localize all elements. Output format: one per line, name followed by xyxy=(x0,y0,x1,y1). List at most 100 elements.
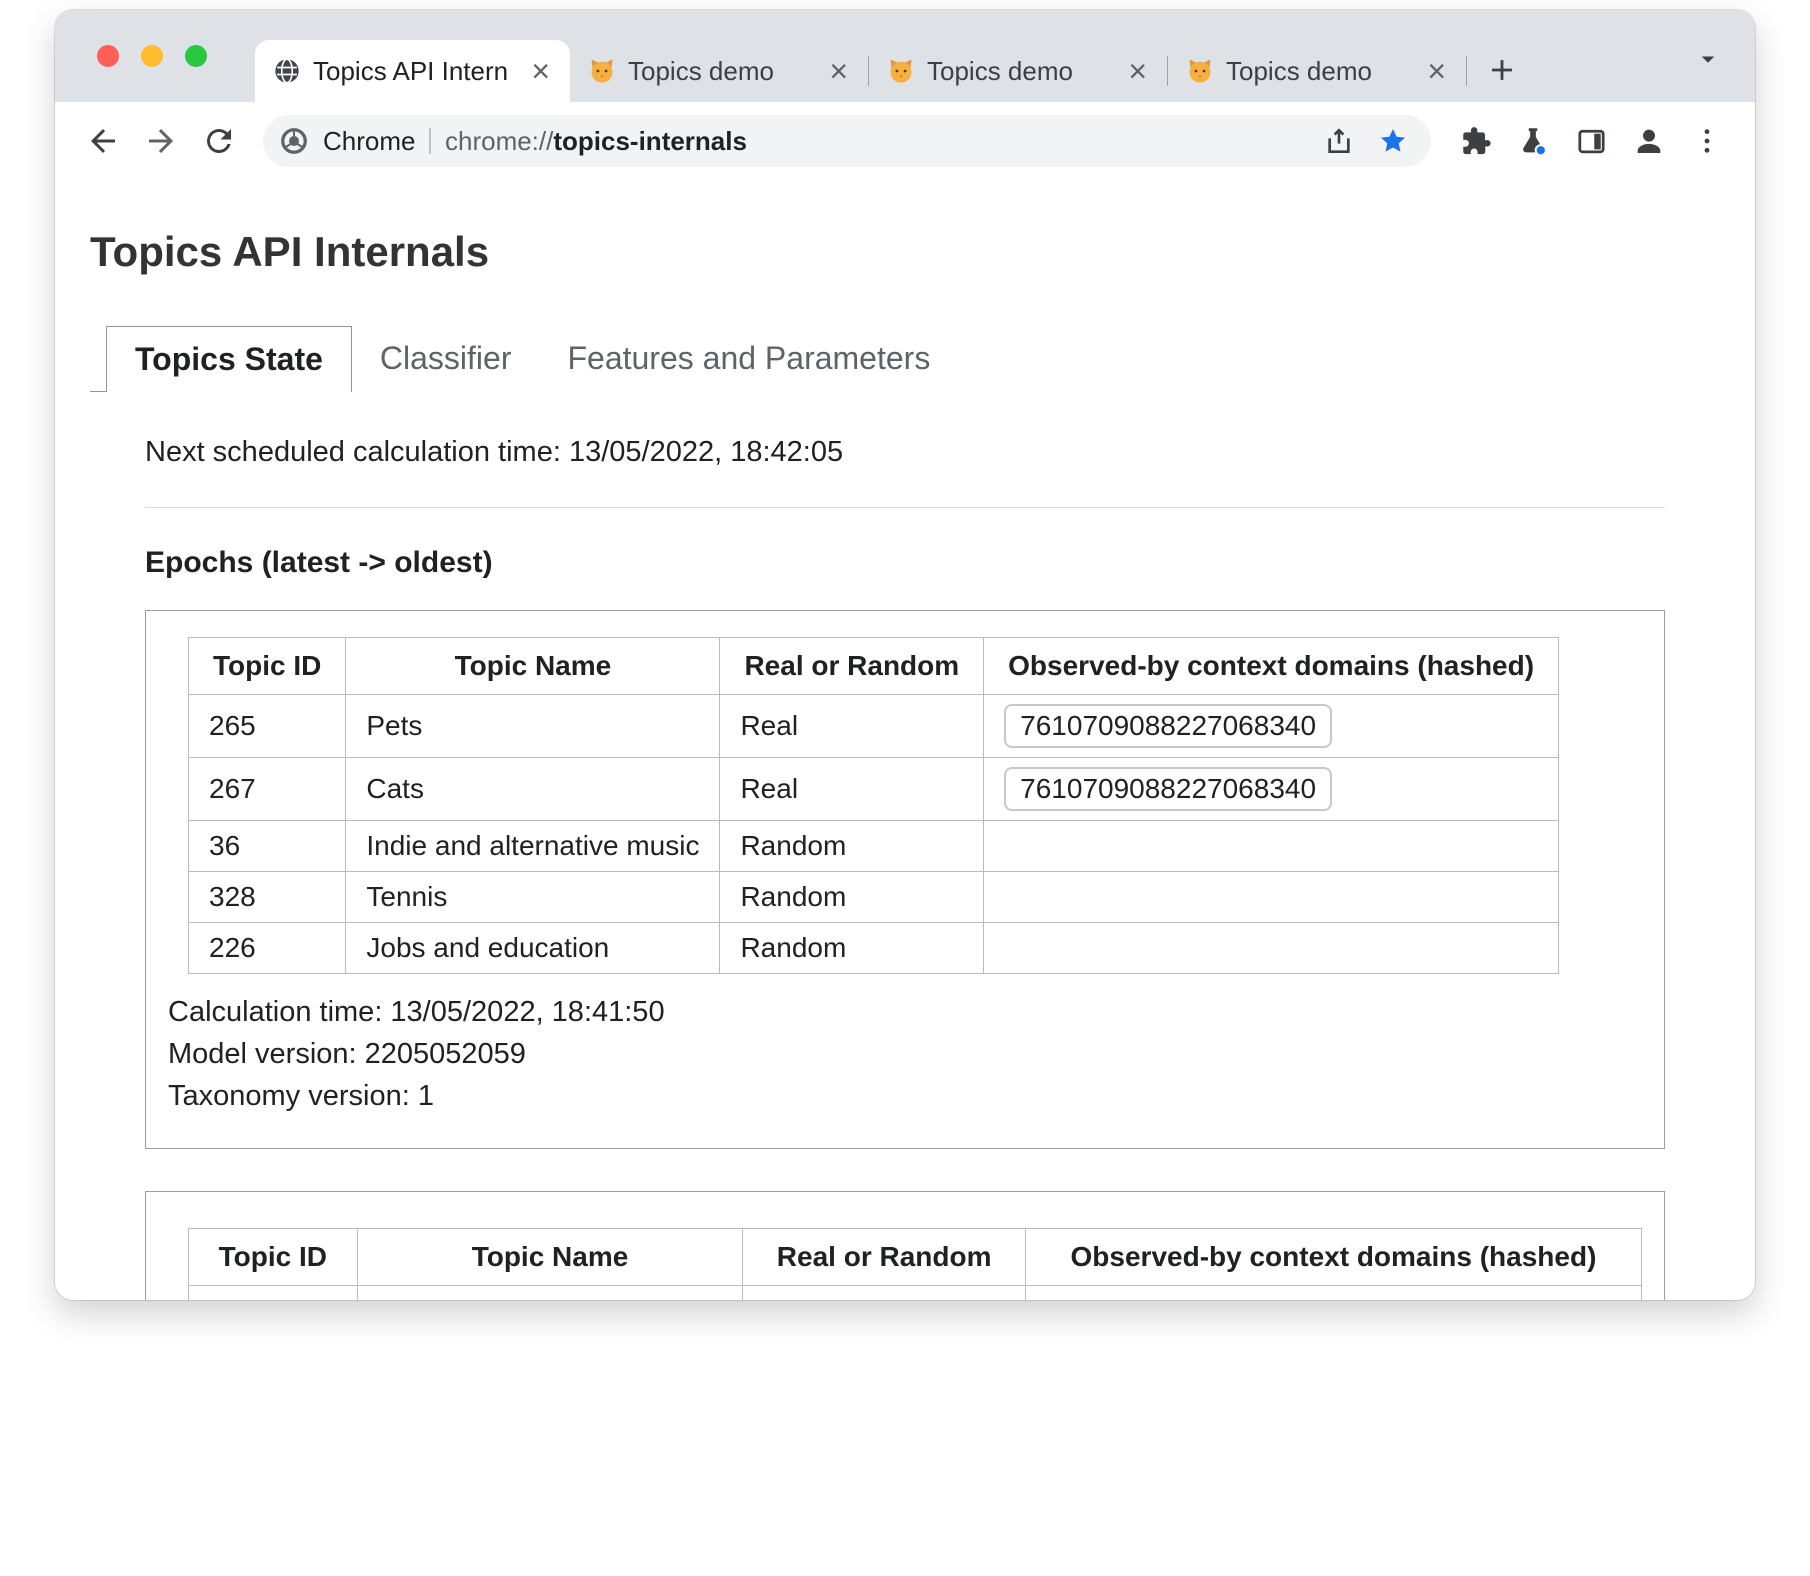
real-or-random-cell: Real xyxy=(720,757,984,820)
close-tab-icon[interactable]: × xyxy=(527,55,554,87)
epochs-heading: Epochs (latest -> oldest) xyxy=(145,546,1665,580)
col-header-real-or-random: Real or Random xyxy=(743,1228,1026,1285)
page-content: Topics API Internals Topics State Classi… xyxy=(55,180,1755,1300)
page-tabs: Topics State Classifier Features and Par… xyxy=(90,326,1665,392)
close-window-button[interactable] xyxy=(97,45,119,67)
side-panel-icon xyxy=(1575,125,1608,158)
address-bar[interactable]: Chrome chrome://topics-internals xyxy=(263,115,1431,167)
tab-lead-segment xyxy=(90,326,106,392)
browser-tab-topics-demo-3[interactable]: Topics demo × xyxy=(1168,40,1466,102)
topic-id-cell: 267 xyxy=(189,757,346,820)
epoch-box-latest: Topic ID Topic Name Real or Random Obser… xyxy=(145,610,1665,1149)
tab-classifier[interactable]: Classifier xyxy=(352,326,540,392)
back-arrow-icon xyxy=(85,123,121,159)
experiments-button[interactable] xyxy=(1509,117,1557,165)
zoom-window-button[interactable] xyxy=(185,45,207,67)
close-tab-icon[interactable]: × xyxy=(1423,55,1450,87)
topic-id-cell: 328 xyxy=(189,871,346,922)
epoch-meta: Calculation time: 13/05/2022, 18:41:50 M… xyxy=(168,996,1642,1113)
new-tab-button[interactable] xyxy=(1483,51,1521,89)
browser-window: Topics API Intern × Topics demo × xyxy=(55,10,1755,1300)
tab-divider xyxy=(1466,56,1467,86)
topic-name-cell: Pets xyxy=(346,695,720,758)
epoch-table: Topic ID Topic Name Real or Random Obser… xyxy=(188,1228,1642,1300)
menu-button[interactable] xyxy=(1683,117,1731,165)
observed-by-cell: 7610709088227068340 xyxy=(984,757,1559,820)
table-header-row: Topic ID Topic Name Real or Random Obser… xyxy=(189,638,1559,695)
col-header-real-or-random: Real or Random xyxy=(720,638,984,695)
domain-hash-chip: 7610709088227068340 xyxy=(1004,767,1332,811)
chevron-down-icon xyxy=(1693,44,1723,74)
topic-name-cell: Jobs and education xyxy=(346,922,720,973)
tab-search-button[interactable] xyxy=(1693,44,1723,74)
forward-button[interactable] xyxy=(137,117,185,165)
col-header-topic-id: Topic ID xyxy=(189,1228,358,1285)
share-button[interactable] xyxy=(1319,121,1359,161)
page-title: Topics API Internals xyxy=(90,228,1665,276)
topic-name-cell: Tennis xyxy=(346,871,720,922)
topics-state-panel: Next scheduled calculation time: 13/05/2… xyxy=(145,436,1665,1300)
real-or-random-cell: Random xyxy=(720,922,984,973)
minimize-window-button[interactable] xyxy=(141,45,163,67)
experiments-flask-icon xyxy=(1516,124,1550,158)
reload-button[interactable] xyxy=(195,117,243,165)
back-button[interactable] xyxy=(79,117,127,165)
profile-icon xyxy=(1632,124,1666,158)
menu-dots-icon xyxy=(1691,125,1723,157)
table-row: 226 Jobs and education Random xyxy=(189,922,1559,973)
share-icon xyxy=(1323,125,1355,157)
url-host: topics-internals xyxy=(553,126,747,156)
observed-by-cell: 7610709088227068340 xyxy=(984,695,1559,758)
topic-name-cell: Cats xyxy=(346,757,720,820)
window-controls xyxy=(97,45,207,67)
table-header-row: Topic ID Topic Name Real or Random Obser… xyxy=(189,1228,1642,1285)
observed-by-cell xyxy=(984,922,1559,973)
col-header-topic-id: Topic ID xyxy=(189,638,346,695)
real-or-random-cell: Random xyxy=(743,1285,1026,1300)
tab-title: Topics demo xyxy=(628,56,813,87)
bookmark-button[interactable] xyxy=(1373,121,1413,161)
calculation-time: Calculation time: 13/05/2022, 18:41:50 xyxy=(168,996,1642,1029)
tab-features-and-parameters[interactable]: Features and Parameters xyxy=(539,326,958,392)
observed-by-cell xyxy=(1025,1285,1641,1300)
observed-by-cell xyxy=(984,871,1559,922)
extensions-puzzle-icon xyxy=(1459,125,1492,158)
real-or-random-cell: Random xyxy=(720,820,984,871)
divider xyxy=(145,507,1665,508)
col-header-observed-by: Observed-by context domains (hashed) xyxy=(984,638,1559,695)
table-row: 328 Tennis Random xyxy=(189,871,1559,922)
extensions-button[interactable] xyxy=(1451,117,1499,165)
domain-hash-chip: 7610709088227068340 xyxy=(1004,704,1332,748)
plus-icon xyxy=(1485,53,1519,87)
next-calculation-time: Next scheduled calculation time: 13/05/2… xyxy=(145,436,1665,469)
browser-tab-topics-demo-2[interactable]: Topics demo × xyxy=(869,40,1167,102)
real-or-random-cell: Random xyxy=(720,871,984,922)
internals-globe-favicon-icon xyxy=(273,57,301,85)
real-or-random-cell: Real xyxy=(720,695,984,758)
observed-by-cell xyxy=(984,820,1559,871)
omnibox-separator xyxy=(429,128,431,154)
topic-id-cell: 36 xyxy=(189,820,346,871)
profile-button[interactable] xyxy=(1625,117,1673,165)
forward-arrow-icon xyxy=(143,123,179,159)
browser-tab-topics-internals[interactable]: Topics API Intern × xyxy=(255,40,570,102)
col-header-topic-name: Topic Name xyxy=(357,1228,743,1285)
table-row: 265 Pets Real 7610709088227068340 xyxy=(189,695,1559,758)
topic-name-cell: Printing and publishing xyxy=(357,1285,743,1300)
tab-title: Topics demo xyxy=(927,56,1112,87)
table-row: 123 Printing and publishing Random xyxy=(189,1285,1642,1300)
close-tab-icon[interactable]: × xyxy=(1124,55,1151,87)
omnibox-url[interactable]: chrome://topics-internals xyxy=(445,126,747,157)
cat-favicon-icon xyxy=(588,57,616,85)
close-tab-icon[interactable]: × xyxy=(825,55,852,87)
omnibox-brand-label: Chrome xyxy=(323,126,415,157)
epoch-table: Topic ID Topic Name Real or Random Obser… xyxy=(188,637,1559,974)
side-panel-button[interactable] xyxy=(1567,117,1615,165)
col-header-observed-by: Observed-by context domains (hashed) xyxy=(1025,1228,1641,1285)
cat-favicon-icon xyxy=(887,57,915,85)
tab-topics-state[interactable]: Topics State xyxy=(106,326,352,392)
model-version: Model version: 2205052059 xyxy=(168,1038,1642,1071)
cat-favicon-icon xyxy=(1186,57,1214,85)
url-scheme: chrome:// xyxy=(445,126,553,156)
browser-tab-topics-demo-1[interactable]: Topics demo × xyxy=(570,40,868,102)
